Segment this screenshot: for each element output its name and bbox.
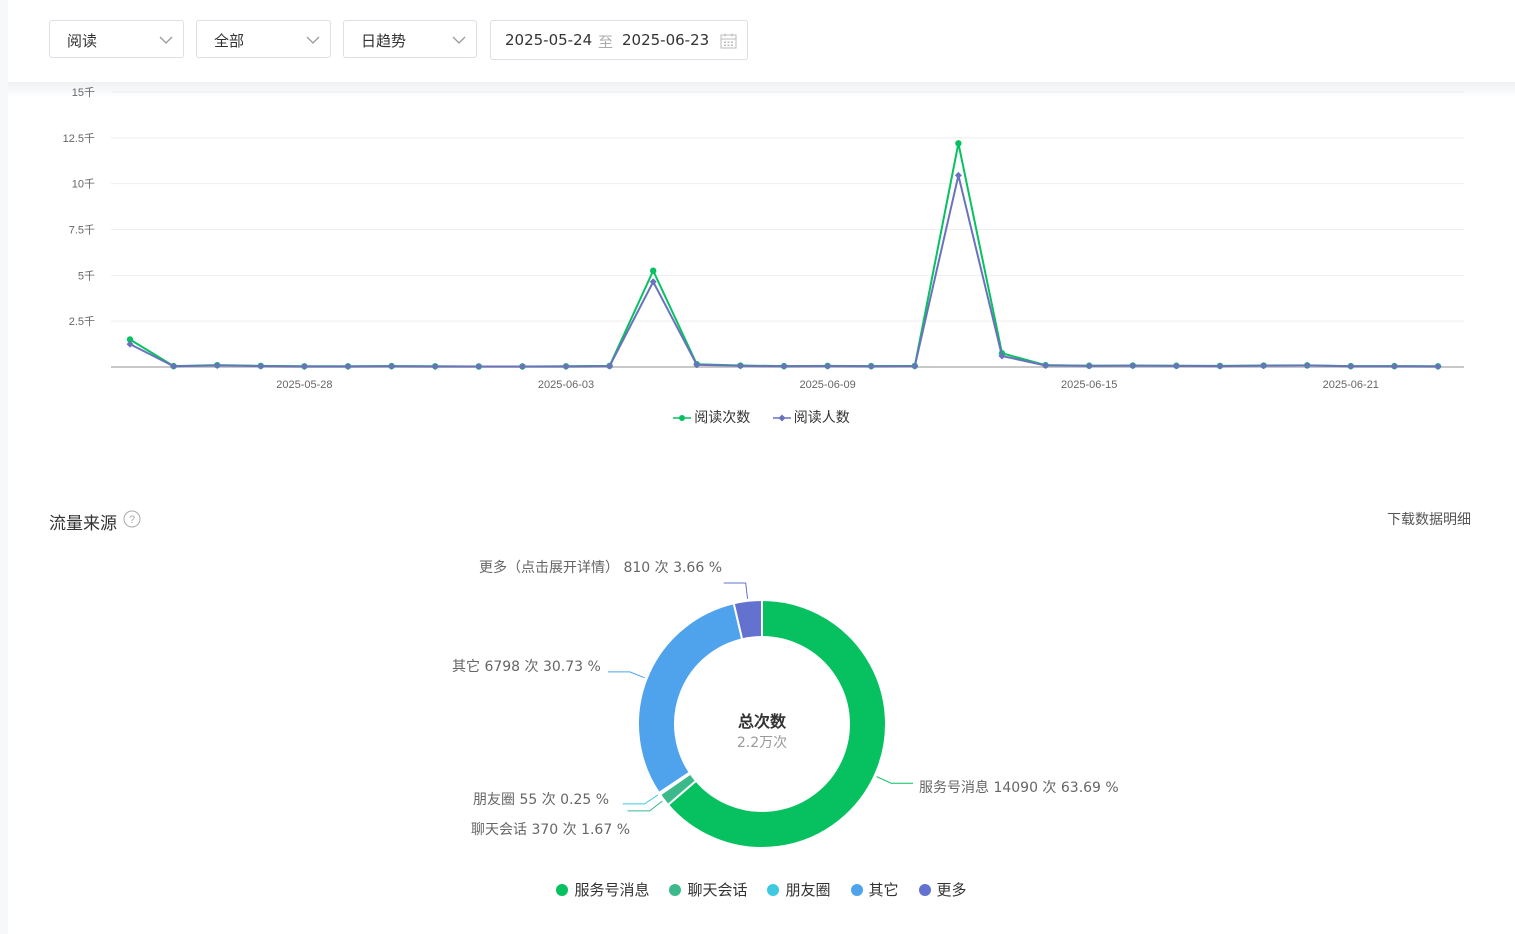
- legend-item-2[interactable]: 朋友圈: [767, 879, 831, 900]
- leader-line-4: [723, 582, 749, 599]
- leader-line-0: [876, 776, 914, 784]
- data-point-readers: [431, 362, 439, 370]
- legend-item-4[interactable]: 更多: [918, 879, 967, 900]
- pie-label-other: 其它 6798 次 30.73 %: [452, 659, 601, 675]
- data-point-readers: [562, 362, 570, 370]
- calendar-icon: [720, 33, 737, 49]
- donut-center-title: 总次数: [737, 712, 786, 731]
- x-tick-label: 2025-06-03: [538, 379, 594, 391]
- data-point-readers: [867, 362, 875, 370]
- chevron-down-icon: [306, 36, 320, 44]
- scope-select[interactable]: 全部: [196, 20, 331, 58]
- data-point-readers: [954, 171, 962, 179]
- data-point-readers: [780, 362, 788, 370]
- scope-select-value: 全部: [214, 32, 245, 50]
- x-tick-label: 2025-05-28: [276, 379, 332, 391]
- legend-item-3[interactable]: 其它: [850, 879, 899, 900]
- metric-select-value: 阅读: [67, 32, 98, 50]
- leader-line-3: [607, 671, 645, 679]
- traffic-legend: 服务号消息 聊天会话 朋友圈 其它 更多: [8, 879, 1515, 900]
- data-point-readers: [475, 363, 483, 371]
- legend-label-0: 服务号消息: [574, 881, 650, 899]
- pie-label-more[interactable]: 更多（点击展开详情） 810 次 3.66 %: [479, 557, 722, 577]
- date-separator: 至: [598, 33, 614, 51]
- trend-legend: 阅读次数 阅读人数: [8, 407, 1515, 427]
- data-point-readers: [300, 362, 308, 370]
- y-tick-label: 2.5千: [69, 315, 95, 328]
- pie-label-service: 服务号消息 14090 次 63.69 %: [919, 780, 1119, 796]
- donut-slice-3: [637, 602, 744, 795]
- legend-dot-2: [767, 884, 780, 896]
- x-tick-label: 2025-06-15: [1061, 379, 1117, 391]
- chevron-down-icon: [452, 36, 466, 44]
- pie-label-moments: 朋友圈 55 次 0.25 %: [473, 792, 610, 808]
- donut-center-value: 2.2万次: [736, 735, 788, 751]
- data-point-readers: [1172, 362, 1180, 370]
- y-tick-label: 5千: [78, 269, 95, 282]
- data-point-readers: [1085, 362, 1093, 370]
- data-point-readers: [1434, 362, 1442, 370]
- legend-dot-4: [918, 884, 931, 896]
- data-point-readers: [518, 363, 526, 371]
- data-point-readers: [824, 362, 832, 370]
- legend-dot-3: [850, 884, 863, 896]
- data-point-reads: [955, 140, 962, 147]
- legend-marker-reads: [673, 415, 692, 421]
- date-range-picker[interactable]: 2025-05-24 至 2025-06-23: [490, 20, 748, 60]
- legend-label-readers: 阅读人数: [793, 410, 850, 426]
- data-point-readers: [649, 278, 657, 286]
- legend-label-4: 更多: [936, 881, 967, 899]
- filter-bar: 阅读 全部 日趋势 2025-05-24 至 2025-06-23: [8, 0, 1515, 82]
- legend-dot-1: [669, 884, 682, 896]
- y-tick-label: 10千: [72, 178, 95, 191]
- data-point-readers: [1216, 362, 1224, 370]
- series-line-reads: [129, 143, 1439, 368]
- data-point-reads: [650, 267, 657, 274]
- traffic-source-donut[interactable]: [8, 540, 1515, 870]
- legend-label-2: 朋友圈: [785, 881, 831, 899]
- read-trend-chart[interactable]: 2.5千 5千 7.5千 10千 12.5千 15千 2025-05-28 2025-06-0…: [8, 82, 1515, 402]
- data-point-readers: [606, 362, 614, 370]
- legend-item-reads[interactable]: 阅读次数: [673, 407, 750, 427]
- legend-item-0[interactable]: 服务号消息: [556, 879, 649, 900]
- download-details-link[interactable]: 下载数据明细: [1387, 509, 1471, 529]
- data-point-readers: [1260, 362, 1268, 370]
- data-point-readers: [1347, 362, 1355, 370]
- content-card: 阅读 全部 日趋势 2025-05-24 至 2025-06-23 2.5千 5…: [8, 0, 1515, 934]
- data-point-readers: [344, 362, 352, 370]
- date-end[interactable]: 2025-06-23: [622, 31, 709, 49]
- legend-marker-readers: [772, 414, 791, 422]
- granularity-select-value: 日趋势: [361, 32, 407, 50]
- x-tick-label: 2025-06-21: [1323, 379, 1379, 391]
- legend-label-1: 聊天会话: [687, 881, 748, 899]
- data-point-readers: [911, 362, 919, 370]
- leader-line-2: [622, 794, 659, 805]
- chevron-down-icon: [159, 36, 173, 44]
- legend-label-3: 其它: [868, 881, 899, 899]
- series-line-readers: [129, 175, 1439, 368]
- data-point-readers: [1129, 362, 1137, 370]
- legend-dot-0: [556, 884, 569, 896]
- y-tick-label: 12.5千: [63, 132, 95, 145]
- section-title: 流量来源: [49, 514, 117, 534]
- metric-select[interactable]: 阅读: [49, 20, 184, 58]
- data-point-readers: [1390, 362, 1398, 370]
- svg-text:?: ?: [129, 514, 135, 526]
- pie-label-chat: 聊天会话 370 次 1.67 %: [471, 822, 630, 838]
- data-point-readers: [736, 362, 744, 370]
- x-tick-label: 2025-06-09: [799, 379, 855, 391]
- y-tick-label: 15千: [72, 86, 95, 99]
- granularity-select[interactable]: 日趋势: [343, 20, 477, 58]
- data-point-readers: [388, 362, 396, 370]
- leader-line-1: [627, 800, 663, 812]
- legend-item-1[interactable]: 聊天会话: [669, 879, 747, 900]
- help-icon[interactable]: ?: [123, 510, 141, 528]
- date-start[interactable]: 2025-05-24: [505, 31, 592, 49]
- data-point-readers: [257, 362, 265, 370]
- y-tick-label: 7.5千: [69, 224, 95, 237]
- legend-item-readers[interactable]: 阅读人数: [772, 407, 850, 427]
- legend-label-reads: 阅读次数: [694, 410, 751, 426]
